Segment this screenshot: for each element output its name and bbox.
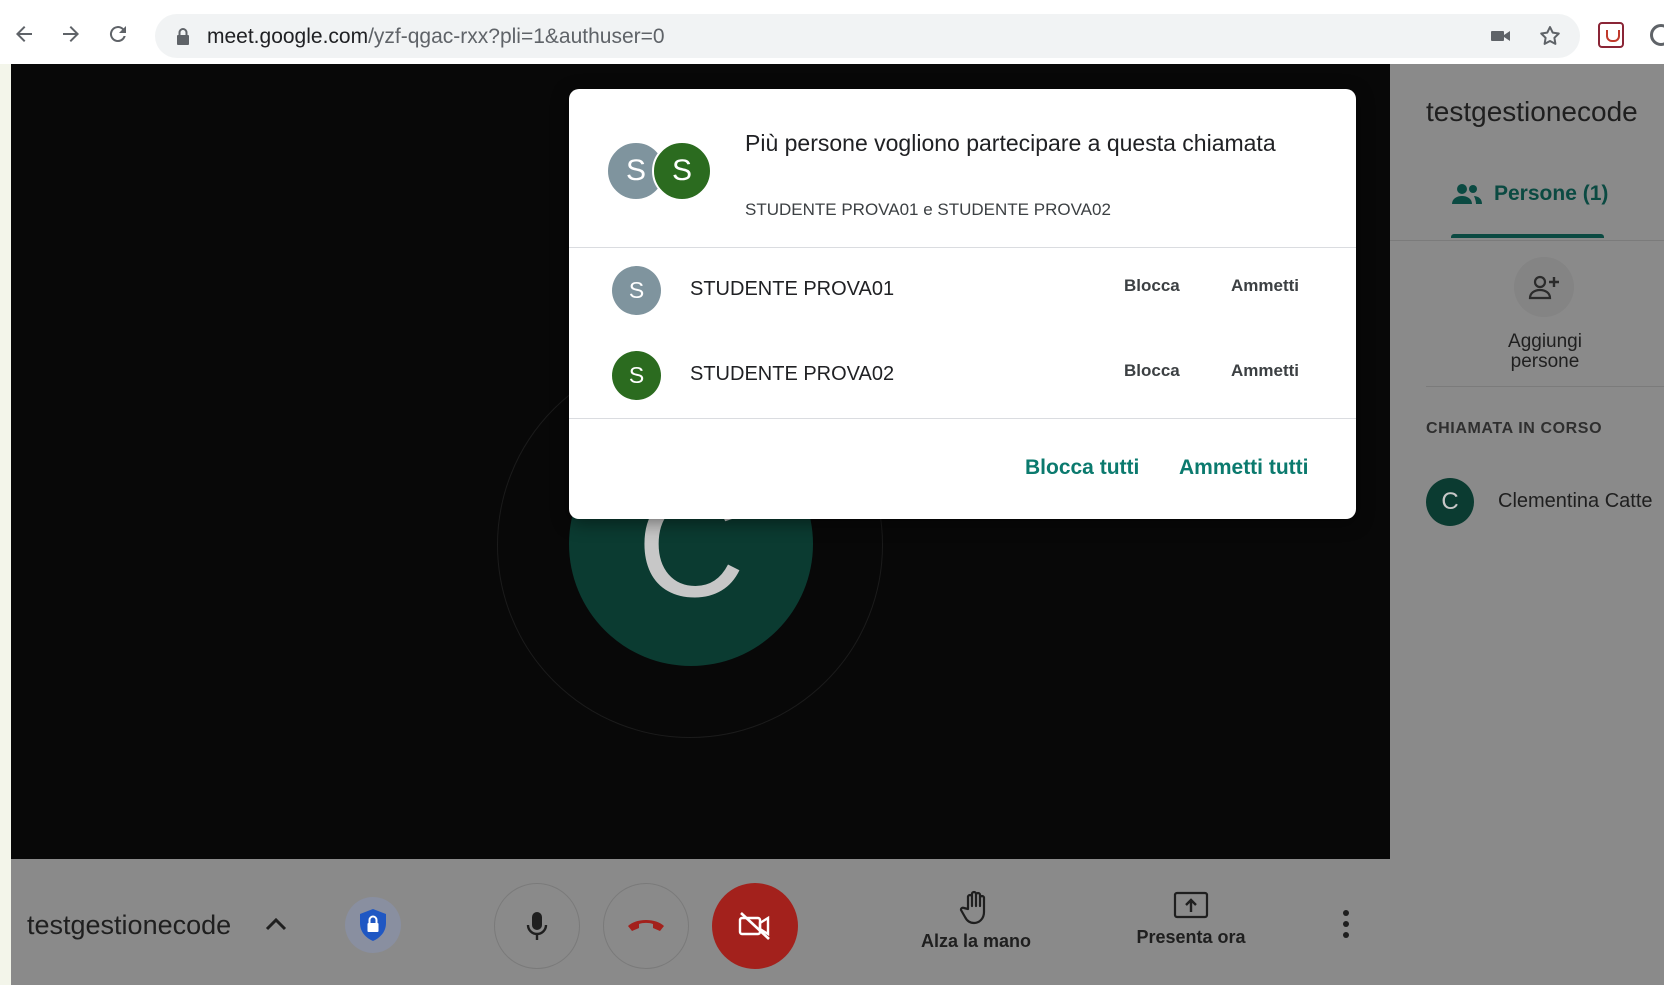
phone-hangup-icon xyxy=(628,920,664,931)
add-people-button[interactable] xyxy=(1514,257,1574,317)
raise-hand-button[interactable]: Alza la mano xyxy=(901,889,1051,952)
avatar-initial: S xyxy=(628,277,645,303)
dialog-subtitle: STUDENTE PROVA01 e STUDENTE PROVA02 xyxy=(745,200,1111,219)
divider xyxy=(1426,386,1664,387)
chevron-up-icon[interactable] xyxy=(264,914,288,934)
block-button[interactable]: Blocca xyxy=(1124,361,1180,381)
camera-off-icon xyxy=(738,912,770,940)
back-button[interactable] xyxy=(8,18,40,50)
microphone-button[interactable] xyxy=(494,883,580,969)
admit-request-dialog: S S Più persone vogliono partecipare a q… xyxy=(569,89,1356,519)
divider xyxy=(569,418,1356,419)
security-button[interactable] xyxy=(345,897,401,953)
browser-toolbar: meet.google.com/yzf-qgac-rxx?pli=1&authu… xyxy=(0,0,1664,64)
list-item: S STUDENTE PROVA01 Blocca Ammetti xyxy=(569,248,1356,333)
block-button[interactable]: Blocca xyxy=(1124,276,1180,296)
list-item: S STUDENTE PROVA02 Blocca Ammetti xyxy=(569,333,1356,418)
camera-icon[interactable] xyxy=(1490,26,1512,46)
avatar-initial: S xyxy=(625,154,646,187)
meeting-name[interactable]: testgestionecode xyxy=(27,910,231,941)
more-options-icon[interactable] xyxy=(1336,909,1356,939)
raise-hand-label: Alza la mano xyxy=(920,931,1032,951)
add-people-label[interactable]: Aggiungi persone xyxy=(1490,332,1600,372)
lock-icon xyxy=(177,28,189,45)
admit-button[interactable]: Ammetti xyxy=(1231,276,1299,296)
requester-name: STUDENTE PROVA01 xyxy=(690,278,895,300)
avatar: S xyxy=(652,141,712,201)
divider xyxy=(1390,240,1664,241)
avatar: C xyxy=(1426,478,1474,526)
url-text: meet.google.com/yzf-qgac-rxx?pli=1&authu… xyxy=(207,25,665,48)
reload-icon xyxy=(109,26,126,43)
extension-search-icon[interactable] xyxy=(1650,24,1664,46)
admit-button[interactable]: Ammetti xyxy=(1231,361,1299,381)
tab-people-label: Persone (1) xyxy=(1494,182,1609,205)
camera-toggle-button[interactable] xyxy=(712,883,798,969)
reload-button[interactable] xyxy=(102,18,134,50)
arrow-left-icon xyxy=(16,26,32,42)
arrow-right-icon xyxy=(63,26,79,42)
forward-button[interactable] xyxy=(55,18,87,50)
star-icon[interactable] xyxy=(1538,24,1562,48)
end-call-button[interactable] xyxy=(603,883,689,969)
requester-name: STUDENTE PROVA02 xyxy=(690,363,895,385)
extension-icon[interactable] xyxy=(1598,22,1624,48)
present-now-label: Presenta ora xyxy=(1136,927,1246,947)
address-bar[interactable]: meet.google.com/yzf-qgac-rxx?pli=1&authu… xyxy=(155,14,1580,58)
present-now-button[interactable]: Presenta ora xyxy=(1116,889,1266,948)
people-icon xyxy=(1452,184,1482,204)
panel-title: testgestionecode xyxy=(1426,96,1638,127)
call-controls-bar: testgestionecode Alza la mano Presenta o… xyxy=(11,859,1390,985)
add-person-icon xyxy=(1528,275,1559,300)
avatar-initial: S xyxy=(628,362,645,388)
side-panel: testgestionecode Persone (1) Aggiungi pe… xyxy=(1390,64,1664,985)
dialog-title: Più persone vogliono partecipare a quest… xyxy=(745,130,1276,156)
avatar-initial: C xyxy=(1441,488,1459,515)
microphone-icon xyxy=(526,912,548,940)
shield-lock-icon xyxy=(360,909,386,941)
block-all-button[interactable]: Blocca tutti xyxy=(1025,456,1139,480)
tab-indicator xyxy=(1451,234,1604,238)
avatar-initial: S xyxy=(671,154,692,187)
dialog-header: S S Più persone vogliono partecipare a q… xyxy=(569,89,1356,247)
hand-icon xyxy=(959,890,986,925)
tab-people[interactable]: Persone (1) xyxy=(1450,182,1608,206)
participant-name[interactable]: Clementina Catte xyxy=(1498,490,1653,513)
avatar: S xyxy=(612,266,661,315)
present-screen-icon xyxy=(1173,891,1209,919)
admit-all-button[interactable]: Ammetti tutti xyxy=(1179,456,1309,480)
avatar: S xyxy=(612,351,661,400)
section-heading: CHIAMATA IN CORSO xyxy=(1426,420,1603,437)
